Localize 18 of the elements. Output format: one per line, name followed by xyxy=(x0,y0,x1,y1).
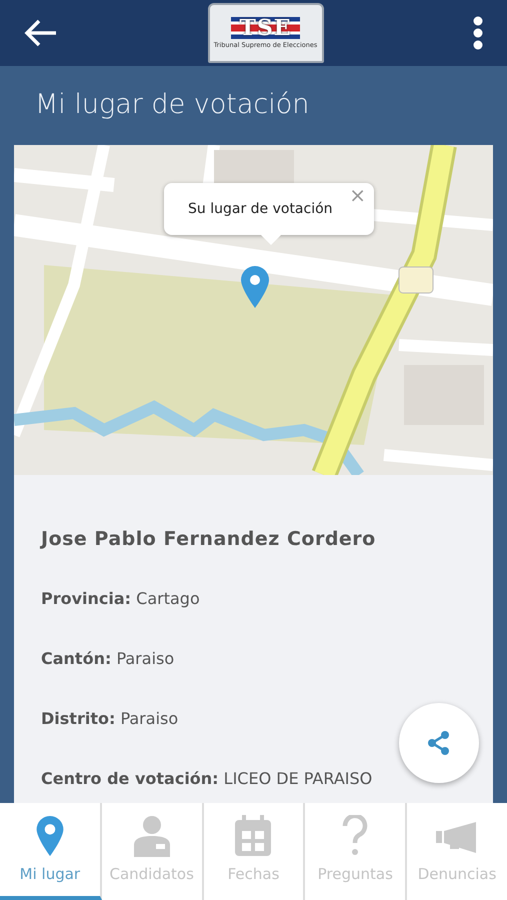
back-button[interactable] xyxy=(24,19,58,47)
info-line: Centro de votación: LICEO DE PARAISO xyxy=(41,768,374,790)
map-pin-icon[interactable] xyxy=(240,265,270,309)
person-icon xyxy=(132,815,171,857)
info-line: Distrito: Paraiso xyxy=(41,708,180,730)
close-button[interactable]: × xyxy=(347,183,368,207)
info-line: Provincia: Cartago xyxy=(41,588,201,610)
share-icon xyxy=(426,730,452,756)
tab[interactable]: Mi lugar xyxy=(0,803,102,900)
page-title: Mi lugar de votación xyxy=(35,88,310,122)
voter-name: Jose Pablo Fernandez Cordero xyxy=(41,527,377,552)
map-pin-icon xyxy=(34,815,65,857)
calendar-icon xyxy=(234,815,272,857)
popup-text: Su lugar de votación xyxy=(188,200,333,218)
share-button[interactable] xyxy=(399,703,479,783)
info-line: Cantón: Paraiso xyxy=(41,648,176,670)
question-mark-icon xyxy=(342,815,368,857)
more-options-button[interactable] xyxy=(473,16,483,50)
